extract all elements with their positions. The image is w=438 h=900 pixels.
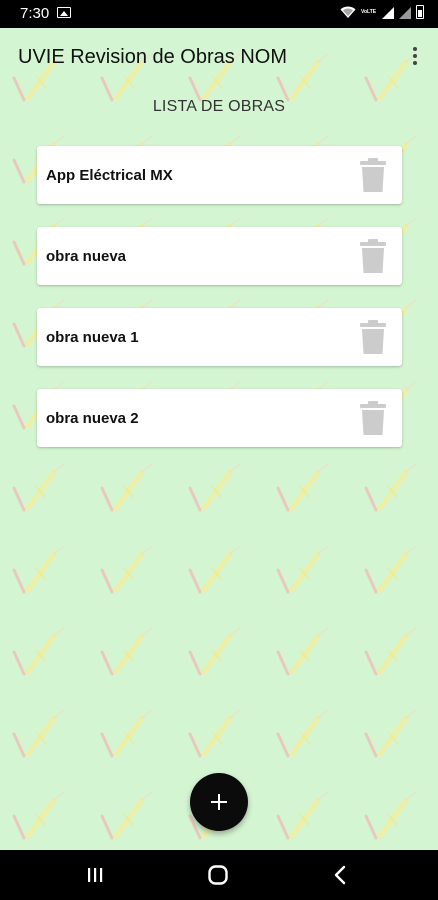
section-title: LISTA DE OBRAS — [152, 98, 286, 115]
status-icons: VoLTE — [340, 5, 424, 19]
trash-icon[interactable] — [360, 401, 386, 435]
background-tool-icon — [364, 791, 417, 840]
background-tool-icon — [364, 627, 417, 676]
trash-icon[interactable] — [360, 320, 386, 354]
background-tool-icon — [12, 627, 65, 676]
navigation-bar — [0, 850, 438, 900]
app-bar: UVIE Revision de Obras NOM — [0, 28, 438, 86]
background-tool-icon — [364, 709, 417, 758]
background-tool-icon — [100, 627, 153, 676]
home-icon[interactable] — [203, 863, 233, 887]
background-tool-icon — [276, 627, 329, 676]
gallery-notification-icon — [57, 7, 71, 18]
background-tool-icon — [100, 709, 153, 758]
list-item[interactable]: obra nueva 1 — [37, 308, 402, 366]
obras-list: App Eléctrical MX obra nueva obra nueva … — [37, 146, 402, 470]
overflow-menu-icon[interactable] — [404, 46, 424, 68]
obra-label: obra nueva 1 — [46, 329, 139, 346]
signal-icon — [382, 7, 394, 19]
status-bar: 7:30 VoLTE — [0, 0, 438, 28]
volte-indicator: VoLTE — [361, 8, 377, 15]
recents-icon[interactable] — [80, 863, 110, 887]
background-tool-icon — [188, 627, 241, 676]
background-tool-icon — [12, 709, 65, 758]
background-tool-icon — [12, 791, 65, 840]
app-title: UVIE Revision de Obras NOM — [18, 46, 287, 68]
obra-label: App Eléctrical MX — [46, 167, 173, 184]
list-item[interactable]: obra nueva — [37, 227, 402, 285]
background-tool-icon — [100, 545, 153, 594]
background-tool-icon — [100, 791, 153, 840]
battery-icon — [416, 5, 424, 19]
background-tool-icon — [364, 545, 417, 594]
list-item[interactable]: App Eléctrical MX — [37, 146, 402, 204]
back-icon[interactable] — [326, 863, 356, 887]
add-obra-button[interactable] — [190, 773, 248, 831]
background-tool-icon — [188, 709, 241, 758]
background-tool-icon — [188, 545, 241, 594]
background-tool-icon — [12, 545, 65, 594]
signal-icon-2 — [399, 7, 411, 19]
trash-icon[interactable] — [360, 239, 386, 273]
background-tool-icon — [276, 709, 329, 758]
background-tool-icon — [276, 545, 329, 594]
status-time: 7:30 — [20, 5, 50, 22]
obra-label: obra nueva — [46, 248, 127, 265]
wifi-icon — [340, 6, 356, 18]
obra-label: obra nueva 2 — [46, 410, 139, 427]
list-item[interactable]: obra nueva 2 — [37, 389, 402, 447]
background-tool-icon — [276, 791, 329, 840]
trash-icon[interactable] — [360, 158, 386, 192]
